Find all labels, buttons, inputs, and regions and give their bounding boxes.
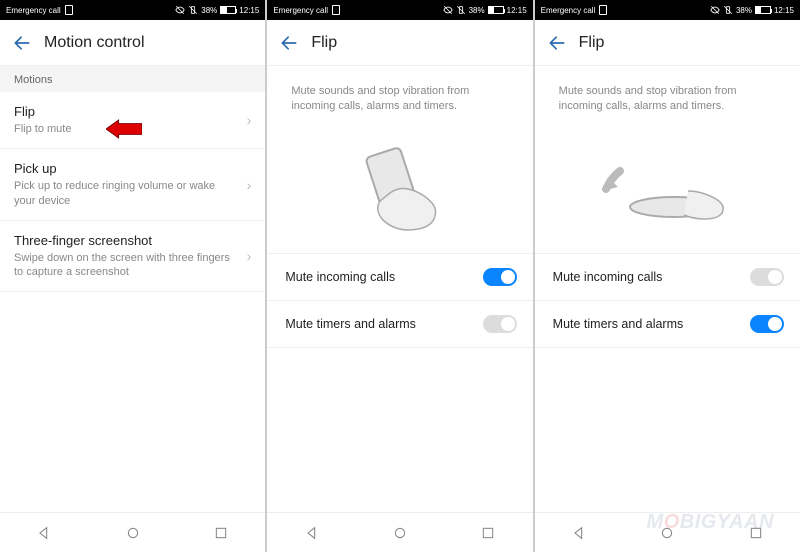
screen-flip-on: Emergency call 38% 12:15 Flip Mute sound…: [267, 0, 532, 552]
nav-home-icon[interactable]: [659, 525, 675, 541]
battery-icon: [755, 6, 771, 14]
switch-on-icon[interactable]: [750, 315, 784, 333]
status-time: 12:15: [239, 6, 259, 15]
item-sub: Swipe down on the screen with three fing…: [14, 251, 239, 280]
battery-icon: [488, 6, 504, 14]
vibrate-off-icon: [456, 5, 466, 15]
nav-back-icon[interactable]: [36, 525, 52, 541]
status-emergency-label: Emergency call: [6, 6, 61, 15]
chevron-right-icon: ›: [247, 177, 252, 193]
status-emergency-label: Emergency call: [541, 6, 596, 15]
chevron-right-icon: ›: [247, 248, 252, 264]
header: Motion control: [0, 20, 265, 66]
screen-flip-alt: Emergency call 38% 12:15 Flip Mute sound…: [535, 0, 800, 552]
eye-off-icon: [443, 5, 453, 15]
vibrate-off-icon: [723, 5, 733, 15]
nav-recent-icon[interactable]: [213, 525, 229, 541]
flip-description: Mute sounds and stop vibration from inco…: [267, 66, 532, 123]
header: Flip: [267, 20, 532, 66]
item-sub: Flip to mute: [14, 122, 239, 136]
header: Flip: [535, 20, 800, 66]
back-button[interactable]: [277, 31, 301, 55]
list-item-pickup[interactable]: Pick up Pick up to reduce ringing volume…: [0, 149, 265, 221]
item-title: Pick up: [14, 161, 239, 176]
item-sub: Pick up to reduce ringing volume or wake…: [14, 179, 239, 208]
status-bar: Emergency call 38% 12:15: [0, 0, 265, 20]
status-emergency-label: Emergency call: [273, 6, 328, 15]
flip-illustration: [267, 123, 532, 253]
toggle-mute-calls[interactable]: Mute incoming calls: [267, 253, 532, 301]
nav-home-icon[interactable]: [392, 525, 408, 541]
sim-icon: [599, 5, 607, 15]
switch-off-icon[interactable]: [750, 268, 784, 286]
nav-recent-icon[interactable]: [748, 525, 764, 541]
status-bar: Emergency call 38% 12:15: [535, 0, 800, 20]
hand-phone-flip-icon: [592, 133, 742, 243]
eye-off-icon: [175, 5, 185, 15]
battery-pct: 38%: [469, 6, 485, 15]
nav-home-icon[interactable]: [125, 525, 141, 541]
toggle-mute-calls[interactable]: Mute incoming calls: [535, 253, 800, 301]
arrow-left-icon: [279, 33, 299, 53]
page-title: Flip: [311, 34, 337, 52]
toggle-label: Mute incoming calls: [553, 270, 663, 284]
arrow-left-icon: [547, 33, 567, 53]
switch-on-icon[interactable]: [483, 268, 517, 286]
back-button[interactable]: [545, 31, 569, 55]
list-item-three-finger[interactable]: Three-finger screenshot Swipe down on th…: [0, 221, 265, 293]
nav-recent-icon[interactable]: [480, 525, 496, 541]
page-title: Motion control: [44, 34, 145, 52]
switch-off-icon[interactable]: [483, 315, 517, 333]
nav-bar: [267, 512, 532, 552]
hand-phone-icon: [340, 133, 460, 243]
toggle-mute-timers[interactable]: Mute timers and alarms: [535, 301, 800, 348]
sim-icon: [65, 5, 73, 15]
back-button[interactable]: [10, 31, 34, 55]
flip-illustration: [535, 123, 800, 253]
eye-off-icon: [710, 5, 720, 15]
sim-icon: [332, 5, 340, 15]
battery-icon: [220, 6, 236, 14]
status-bar: Emergency call 38% 12:15: [267, 0, 532, 20]
battery-pct: 38%: [201, 6, 217, 15]
list-item-flip[interactable]: Flip Flip to mute ›: [0, 92, 265, 149]
battery-pct: 38%: [736, 6, 752, 15]
status-time: 12:15: [507, 6, 527, 15]
nav-bar: [0, 512, 265, 552]
chevron-right-icon: ›: [247, 112, 252, 128]
section-label-motions: Motions: [0, 66, 265, 92]
screen-motion-control: Emergency call 38% 12:15 Motion control …: [0, 0, 265, 552]
page-title: Flip: [579, 34, 605, 52]
nav-bar: [535, 512, 800, 552]
flip-description: Mute sounds and stop vibration from inco…: [535, 66, 800, 123]
toggle-mute-timers[interactable]: Mute timers and alarms: [267, 301, 532, 348]
vibrate-off-icon: [188, 5, 198, 15]
nav-back-icon[interactable]: [571, 525, 587, 541]
nav-back-icon[interactable]: [304, 525, 320, 541]
status-time: 12:15: [774, 6, 794, 15]
toggle-label: Mute incoming calls: [285, 270, 395, 284]
arrow-left-icon: [12, 33, 32, 53]
toggle-label: Mute timers and alarms: [553, 317, 684, 331]
item-title: Three-finger screenshot: [14, 233, 239, 248]
toggle-label: Mute timers and alarms: [285, 317, 416, 331]
item-title: Flip: [14, 104, 239, 119]
